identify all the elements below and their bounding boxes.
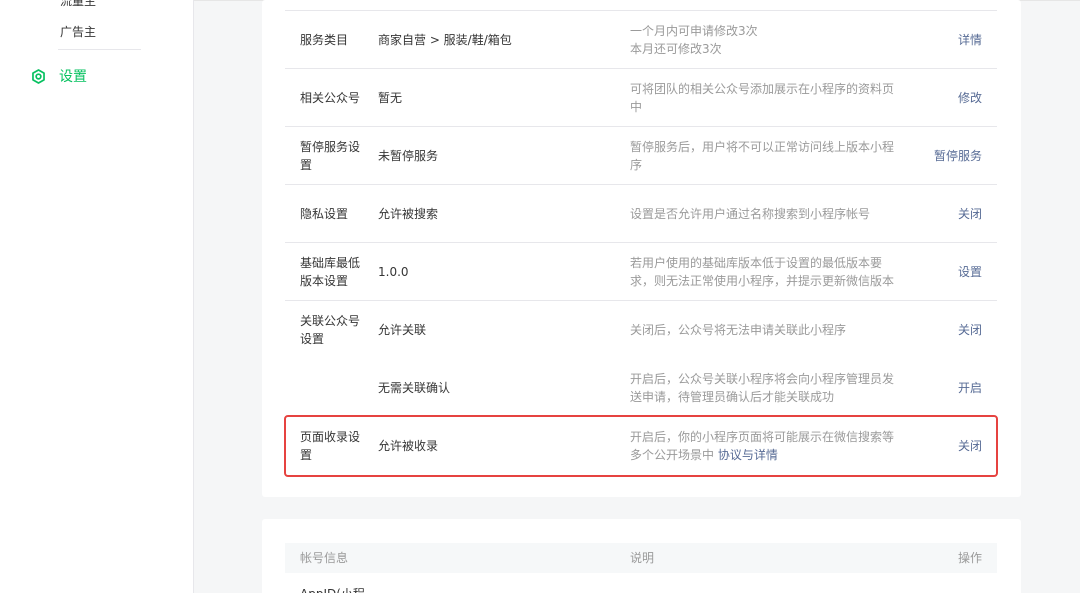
row-label: 基础库最低版本设置 [300,255,361,288]
enable-confirmation-link[interactable]: 开启 [958,359,982,416]
row-value: 暂无 [378,90,403,105]
row-value: 1.0.0 [378,264,409,279]
set-version-link[interactable]: 设置 [958,243,982,300]
row-label [300,359,362,416]
sidebar: 流量主 广告主 设置 [0,0,194,593]
agreement-details-link[interactable]: 协议与详情 [718,448,778,462]
settings-row-link-official-account: 关联公众号设置 允许关联 关闭后，公众号将无法申请关联此小程序 关闭 [285,301,997,359]
settings-row-related-official-account: 相关公众号 暂无 可将团队的相关公众号添加展示在小程序的资料页中 修改 [285,69,997,127]
row-value: 允许被收录 [378,439,439,453]
row-description: 暂停服务后，用户将不可以正常访问线上版本小程序 [630,139,895,172]
row-description: 开启后，公众号关联小程序将会向小程序管理员发送申请，待管理员确认后才能关联成功 [630,371,895,404]
sidebar-item-settings[interactable]: 设置 [30,66,87,86]
disable-search-link[interactable]: 关闭 [958,185,982,242]
account-table-header: 帐号信息 说明 操作 [285,543,997,573]
row-description: 开启后，你的小程序页面将可能展示在微信搜索等多个公开场景中 协议与详情 [630,417,905,475]
settings-row-page-indexing: 页面收录设置 允许被收录 开启后，你的小程序页面将可能展示在微信搜索等多个公开场… [285,417,997,475]
settings-row-privacy: 隐私设置 允许被搜索 设置是否允许用户通过名称搜索到小程序帐号 关闭 [285,185,997,243]
sidebar-item-advertiser[interactable]: 广告主 [60,23,96,40]
column-header-action: 操作 [957,551,982,565]
gear-icon [32,68,45,84]
row-description-line1: 一个月内可申请修改3次 [630,23,758,38]
sidebar-item-traffic-owner[interactable]: 流量主 [60,0,96,9]
row-description: 可将团队的相关公众号添加展示在小程序的资料页中 [630,81,895,114]
settings-row-link-confirmation: 无需关联确认 开启后，公众号关联小程序将会向小程序管理员发送申请，待管理员确认后… [285,359,997,417]
row-description-line2: 本月还可修改3次 [630,41,722,56]
settings-row-service-category: 服务类目 商家自营 > 服装/鞋/箱包 一个月内可申请修改3次 本月还可修改3次… [285,11,997,69]
row-value: 允许被搜索 [378,206,439,221]
row-description: 一个月内可申请修改3次 本月还可修改3次 [630,11,905,68]
row-value: 无需关联确认 [378,380,451,395]
row-description: 若用户使用的基础库版本低于设置的最低版本要求，则无法正常使用小程序，并提示更新微… [630,255,895,288]
details-link[interactable]: 详情 [958,11,982,68]
row-label: 隐私设置 [300,206,349,221]
row-label: 暂停服务设置 [300,139,361,172]
row-value: 商家自营 > 服装/鞋/箱包 [378,32,512,47]
disable-indexing-link[interactable]: 关闭 [958,417,982,475]
row-value: 未暂停服务 [378,148,439,163]
row-label: 关联公众号设置 [300,314,361,346]
settings-list: 服务类目 商家自营 > 服装/鞋/箱包 一个月内可申请修改3次 本月还可修改3次… [285,10,997,475]
appid-row-label: AppID(小程 [300,585,365,593]
sidebar-divider [58,49,141,50]
modify-link[interactable]: 修改 [958,69,982,126]
disable-linking-link[interactable]: 关闭 [958,301,982,359]
settings-row-min-library-version: 基础库最低版本设置 1.0.0 若用户使用的基础库版本低于设置的最低版本要求，则… [285,243,997,301]
row-label: 服务类目 [300,32,349,47]
pause-service-link[interactable]: 暂停服务 [934,127,982,184]
column-header-account-info: 帐号信息 [300,551,349,565]
settings-panel: 服务类目 商家自营 > 服装/鞋/箱包 一个月内可申请修改3次 本月还可修改3次… [262,0,1021,497]
account-info-panel: 帐号信息 说明 操作 AppID(小程 [262,519,1021,593]
row-description: 设置是否允许用户通过名称搜索到小程序帐号 [630,206,871,221]
sidebar-item-settings-label: 设置 [59,69,87,85]
row-label: 相关公众号 [300,90,361,105]
row-description: 关闭后，公众号将无法申请关联此小程序 [630,323,847,337]
settings-row-pause-service: 暂停服务设置 未暂停服务 暂停服务后，用户将不可以正常访问线上版本小程序 暂停服… [285,127,997,185]
row-label: 页面收录设置 [300,430,361,462]
column-header-description: 说明 [630,551,655,565]
row-value: 允许关联 [378,323,427,337]
